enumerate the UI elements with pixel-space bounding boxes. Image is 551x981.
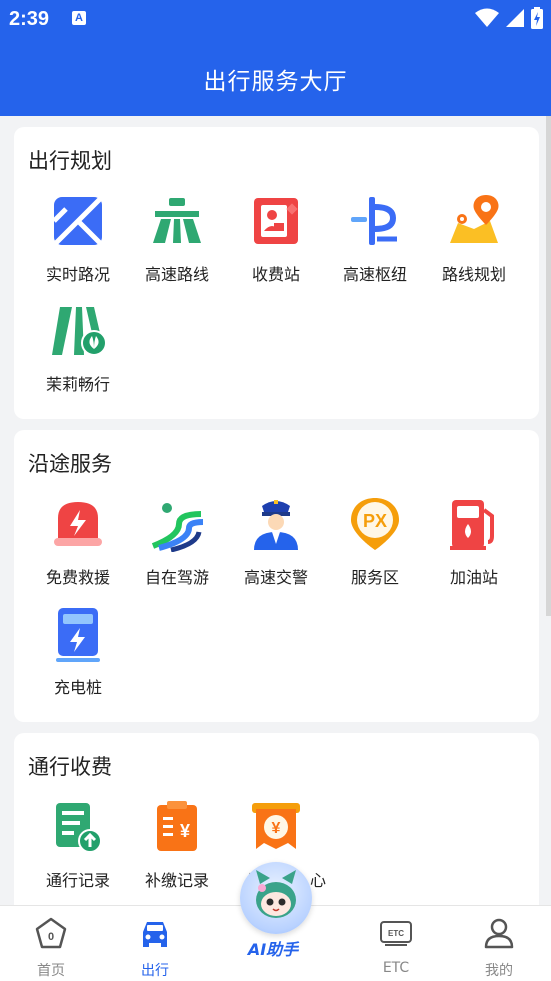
gas-station-button[interactable]: 加油站: [424, 496, 524, 588]
mascot-icon: [256, 870, 296, 918]
passage-record-icon: [56, 803, 102, 853]
charging-pile-button[interactable]: 充电桩: [28, 606, 128, 698]
roadside-service-card: 沿途服务 免费救援 自在驾游 高速交警 PX 服务区 加油站 充电桩: [14, 430, 539, 722]
item-label: 充电桩: [53, 678, 102, 697]
item-label: 免费救援: [45, 568, 110, 587]
payment-record-button[interactable]: ¥ 补缴记录: [127, 799, 227, 891]
svg-text:¥: ¥: [180, 821, 190, 841]
realtime-traffic-button[interactable]: 实时路况: [28, 193, 128, 285]
payment-record-icon: ¥: [157, 801, 197, 851]
wifi-icon: [475, 8, 499, 27]
charging-pile-icon: [56, 608, 100, 662]
service-area-icon: PX: [351, 498, 399, 550]
jasmine-travel-icon: [52, 307, 107, 356]
nav-home[interactable]: 0 首页: [6, 906, 96, 981]
item-label: 高速路线: [144, 265, 209, 284]
toll-station-icon: [254, 198, 298, 244]
route-planning-button[interactable]: 路线规划: [424, 193, 524, 285]
free-rescue-button[interactable]: 免费救援: [28, 496, 128, 588]
app-header: 2:39 A 出行服务大厅: [0, 0, 551, 116]
svg-text:¥: ¥: [272, 820, 281, 837]
battery-icon: [531, 7, 543, 29]
highway-police-button[interactable]: 高速交警: [226, 496, 326, 588]
passage-record-button[interactable]: 通行记录: [28, 799, 128, 891]
scrollbar[interactable]: [546, 116, 551, 616]
highway-hub-icon: [351, 197, 397, 245]
item-label: 路线规划: [441, 265, 506, 284]
route-planning-icon: [450, 195, 499, 243]
nav-mine[interactable]: 我的: [454, 906, 544, 981]
item-label: 高速枢纽: [342, 265, 407, 284]
highway-hub-button[interactable]: 高速枢纽: [325, 193, 425, 285]
nav-label: 首页: [37, 963, 65, 979]
travel-planning-card: 出行规划 实时路况 高速路线 收费站 高速枢纽 路线规划 茉莉畅行: [14, 127, 539, 419]
status-bar: 2:39 A: [0, 0, 551, 40]
ai-assistant-button[interactable]: AI助手: [238, 862, 314, 960]
etc-icon-text: ETC: [388, 929, 404, 938]
car-icon: [143, 922, 167, 947]
nav-etc[interactable]: ETC ETC: [351, 906, 441, 981]
item-label: 收费站: [251, 265, 300, 284]
nav-label: 我的: [485, 963, 513, 979]
nav-travel[interactable]: 出行: [110, 906, 200, 981]
section-title: 出行规划: [28, 149, 112, 173]
gas-station-icon: [450, 500, 494, 550]
highway-police-icon: [254, 500, 298, 550]
item-label: 自在驾游: [144, 568, 209, 587]
item-label: 高速交警: [243, 568, 308, 587]
item-label: 通行记录: [45, 871, 110, 890]
status-icons: [475, 7, 543, 29]
signal-icon: [506, 9, 524, 27]
self-drive-tour-button[interactable]: 自在驾游: [127, 496, 227, 588]
item-label: 加油站: [449, 568, 498, 587]
home-icon: 0: [35, 917, 67, 949]
toll-station-button[interactable]: 收费站: [226, 193, 326, 285]
realtime-traffic-icon: [52, 195, 104, 247]
self-drive-tour-icon: [151, 503, 204, 553]
status-time: 2:39: [9, 8, 50, 30]
highway-route-button[interactable]: 高速路线: [127, 193, 227, 285]
item-label: 茉莉畅行: [45, 375, 110, 394]
nav-label: ETC: [382, 960, 410, 976]
free-rescue-icon: [54, 502, 102, 546]
jasmine-travel-button[interactable]: 茉莉畅行: [28, 303, 128, 395]
highway-route-icon: [153, 198, 201, 243]
notification-icon: A: [72, 11, 86, 25]
page-title: 出行服务大厅: [203, 69, 348, 95]
ai-assistant-avatar: [240, 862, 312, 934]
service-area-button[interactable]: PX 服务区: [325, 496, 425, 588]
item-label: 实时路况: [45, 265, 110, 284]
invoice-icon: ¥: [252, 803, 300, 849]
etc-card-icon: ETC: [380, 921, 412, 946]
svg-text:PX: PX: [363, 511, 387, 531]
section-title: 通行收费: [28, 755, 112, 779]
user-icon: [484, 918, 514, 949]
section-title: 沿途服务: [28, 452, 112, 476]
nav-label: 出行: [141, 963, 169, 979]
svg-text:0: 0: [48, 931, 54, 943]
item-label: 服务区: [350, 568, 399, 587]
ai-assistant-label: AI助手: [247, 940, 299, 959]
item-label: 补缴记录: [144, 871, 209, 890]
